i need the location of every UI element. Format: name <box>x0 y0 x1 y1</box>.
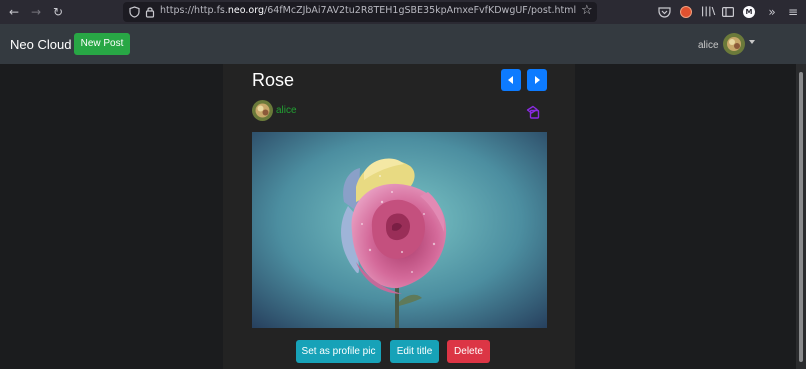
author-link[interactable]: alice <box>276 105 297 116</box>
overflow-icon[interactable]: » <box>764 4 780 20</box>
author-avatar[interactable] <box>252 100 273 121</box>
menu-icon[interactable]: ≡ <box>785 4 801 20</box>
sidebar-icon[interactable] <box>722 7 734 17</box>
lock-icon[interactable] <box>145 6 155 18</box>
extension-icon[interactable] <box>680 6 692 18</box>
edit-title-button[interactable]: Edit title <box>390 340 439 363</box>
user-name[interactable]: alice <box>698 40 719 51</box>
avatar[interactable] <box>723 33 745 55</box>
delete-button[interactable]: Delete <box>447 340 490 363</box>
post-title: Rose <box>252 70 295 90</box>
back-icon[interactable]: ← <box>6 4 22 20</box>
pocket-icon[interactable] <box>658 6 671 18</box>
account-icon[interactable]: M <box>743 6 755 18</box>
set-profile-pic-button[interactable]: Set as profile pic <box>296 340 381 363</box>
copy-icon[interactable] <box>525 104 541 120</box>
chevron-down-icon[interactable] <box>749 40 755 44</box>
star-icon[interactable]: ☆ <box>581 3 593 18</box>
post-card: Rose alice Set as profile pic Edit title… <box>223 64 575 369</box>
library-icon[interactable]: |||\ <box>700 4 716 20</box>
shield-icon[interactable] <box>129 6 140 18</box>
previous-post-button[interactable] <box>501 69 521 91</box>
brand-logo[interactable]: Neo Cloud <box>10 37 71 52</box>
scrollbar[interactable] <box>796 64 806 369</box>
address-bar[interactable]: https://http.fs.neo.org/64fMcZJbAi7AV2tu… <box>123 2 597 22</box>
url-text: https://http.fs.neo.org/64fMcZJbAi7AV2tu… <box>160 5 577 16</box>
forward-icon[interactable]: → <box>28 4 44 20</box>
app-navbar: Neo Cloud New Post alice <box>0 24 806 64</box>
browser-toolbar: ← → ↻ https://http.fs.neo.org/64fMcZJbAi… <box>0 0 806 24</box>
next-post-button[interactable] <box>527 69 547 91</box>
scroll-thumb[interactable] <box>799 72 803 362</box>
post-image <box>252 132 547 328</box>
new-post-button[interactable]: New Post <box>74 33 130 55</box>
reload-icon[interactable]: ↻ <box>50 4 66 20</box>
